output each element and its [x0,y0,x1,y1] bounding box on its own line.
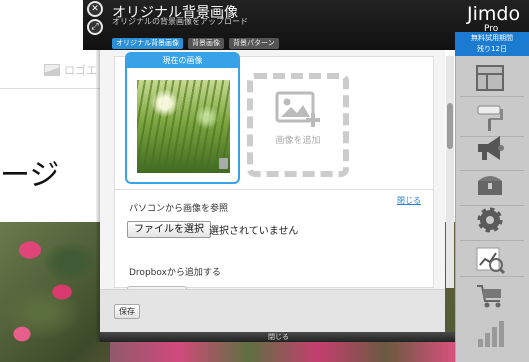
megaphone-icon [478,136,504,160]
sidebar-item-promotion[interactable] [466,128,514,168]
sidebar-item-layout[interactable] [466,58,514,98]
bar-chart-icon [478,321,504,347]
file-status-text: 選択されていません [209,226,299,237]
site-divider [0,88,110,89]
close-upload-link[interactable]: 閉じる [397,195,421,206]
treasure-chest-icon [478,176,502,195]
trash-icon[interactable] [219,158,228,169]
panel-scrollbar-thumb[interactable] [447,103,453,149]
current-image-label: 現在の画像 [127,54,238,68]
sidebar-item-statistics[interactable] [466,240,514,280]
sidebar-item-shop[interactable] [466,276,514,316]
current-image-thumbnail [137,80,230,173]
sidebar-item-settings[interactable] [466,200,514,240]
sidebar-item-store[interactable] [466,164,514,204]
close-icon[interactable]: ✕ [87,1,103,17]
upload-from-computer-heading: パソコンから画像を参照 [129,204,229,214]
expand-icon[interactable]: ⤢ [87,19,103,35]
tab-background-pattern[interactable]: 背景パターン [229,38,279,49]
site-flower-photo-strip [110,340,455,362]
trial-badge-line2: 残り12日 [477,45,507,53]
choose-file-button[interactable]: ファイルを選択 [127,221,211,238]
add-image-button[interactable]: 画像を追加 [247,73,349,177]
jimdo-logo: Jimdo [467,3,521,25]
statistics-icon [476,247,505,275]
trial-badge-line1: 無料試用期間 [471,34,513,42]
dropbox-heading: Dropboxから追加する [129,268,221,278]
logo-placeholder-text: ロゴエ [64,64,97,77]
logo-placeholder: ロゴエ [44,62,97,78]
panel-subtitle: オリジナルの背景画像をアップロード [112,17,248,26]
save-button[interactable]: 保存 [114,304,140,319]
image-icon [44,64,60,76]
current-image-card[interactable]: 現在の画像 [125,52,240,184]
tab-background-image[interactable]: 背景画像 [188,38,224,49]
trial-badge[interactable]: 無料試用期間 残り12日 [455,32,529,56]
add-image-label: 画像を追加 [275,136,321,146]
panel-footer [100,289,445,332]
settings-gear-icon [477,207,503,233]
sidebar-divider [460,96,524,97]
site-heading: ージ [0,158,60,193]
tab-original-background[interactable]: オリジナル背景画像 [112,38,183,49]
panel-scrollbar[interactable] [446,56,454,288]
sidebar-item-upgrade[interactable] [466,314,514,354]
layout-icon [476,65,504,91]
panel-close-label: 閉じる [268,333,289,341]
section-divider [115,189,433,190]
shopping-cart-icon [477,285,501,308]
background-tabs: オリジナル背景画像 背景画像 背景パターン [112,38,279,49]
add-image-icon [275,91,320,127]
